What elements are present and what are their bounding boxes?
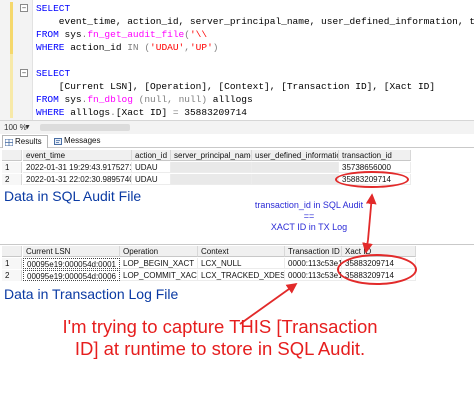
arrow-icon xyxy=(365,193,377,241)
arrow-icon xyxy=(362,239,373,254)
question-message: I'm trying to capture THIS [Transaction … xyxy=(62,316,378,359)
